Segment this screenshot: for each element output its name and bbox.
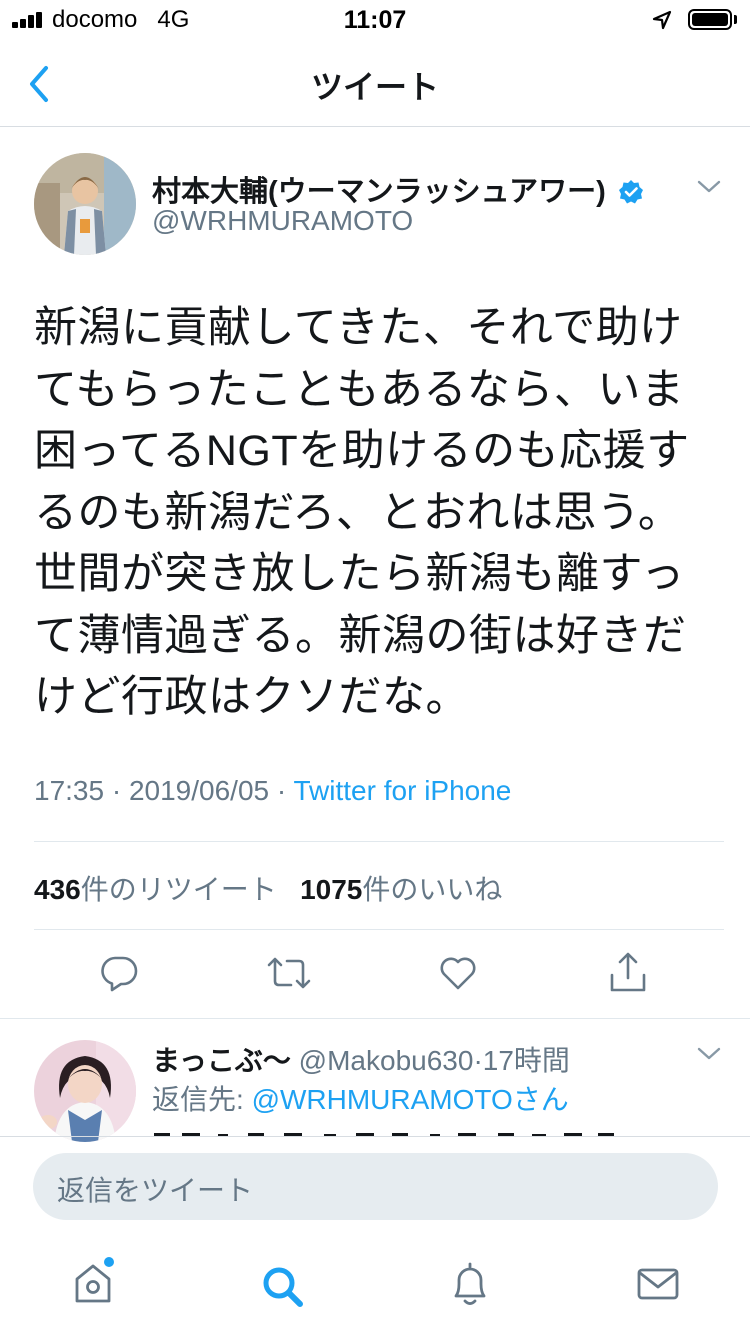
author-name[interactable]: 村本大輔(ウーマンラッシュアワー): [152, 168, 644, 210]
retweet-button[interactable]: [266, 953, 312, 993]
reply-to: 返信先: @WRHMURAMOTOさん: [152, 1084, 569, 1115]
status-time: 11:07: [343, 6, 407, 34]
battery-tip: [734, 15, 737, 24]
tweet-time: 17:35: [34, 775, 105, 806]
tweet-source-link[interactable]: Twitter for iPhone: [294, 775, 512, 806]
status-bar: docomo 4G 11:07: [0, 0, 750, 40]
tweet-text: 新潟に貢献してきた、それで助け てもらったこともあるなら、いま 困ってるNGTを…: [34, 298, 724, 729]
notification-dot: [104, 1257, 114, 1267]
nav-divider: [0, 126, 750, 127]
reply-time: 17時間: [482, 1045, 570, 1076]
tweet-date: 2019/06/05: [128, 775, 270, 806]
reply-handle: @Makobu630: [298, 1045, 474, 1076]
tweet-text-line: けど行政はクソだな。: [34, 673, 469, 721]
verified-badge-icon: [618, 180, 643, 204]
reply-author-name: まっこぶ〜: [152, 1045, 291, 1076]
tweet-text-line: 新潟に貢献してきた、それで助け: [34, 304, 683, 352]
tweet-text-line: 世間が突き放したら新潟も離すっ: [34, 550, 685, 598]
location-arrow-icon: [652, 10, 672, 30]
divider: [0, 1018, 750, 1019]
battery-icon: [688, 9, 732, 30]
divider: [34, 841, 724, 842]
likes-link[interactable]: 1075件のいいね: [300, 874, 502, 905]
notifications-icon: [454, 1262, 486, 1305]
author-avatar[interactable]: [34, 153, 136, 255]
reply-icon: [101, 956, 138, 992]
tweet-menu-button[interactable]: [697, 179, 721, 195]
tab-notifications[interactable]: [448, 1260, 492, 1310]
author-handle[interactable]: @WRHMURAMOTO: [152, 205, 413, 237]
reply-composer-placeholder: 返信をツイート: [57, 1175, 254, 1206]
share-icon: [610, 952, 646, 992]
share-button[interactable]: [608, 951, 648, 993]
like-icon: [440, 957, 476, 990]
messages-icon: [637, 1268, 679, 1300]
tweet-stats: 436件のリツイート 1075件のいいね: [34, 868, 502, 908]
divider: [0, 1136, 750, 1137]
retweets-link[interactable]: 436件のリツイート: [34, 874, 277, 905]
tab-messages[interactable]: [636, 1266, 680, 1302]
home-icon: [75, 1257, 114, 1303]
reply-text-cutoff: [152, 1126, 652, 1136]
tweet-text-line: てもらったこともあるなら、いま: [34, 365, 685, 414]
reply-composer-input[interactable]: 返信をツイート: [33, 1153, 718, 1220]
tab-home[interactable]: [72, 1257, 118, 1307]
reply-author[interactable]: まっこぶ〜 @Makobu630·17時間: [152, 1039, 570, 1079]
retweet-icon: [267, 957, 311, 989]
tweet-text-line: て薄情過ぎる。新潟の街は好きだ: [34, 611, 687, 660]
tweet-timestamp: 17:35 · 2019/06/05 · Twitter for iPhone: [34, 775, 512, 806]
tab-search[interactable]: [260, 1264, 306, 1310]
search-icon: [263, 1267, 303, 1307]
reply-menu-button[interactable]: [697, 1046, 721, 1062]
chevron-down-icon: [697, 1047, 721, 1060]
tweet-text-line: 困ってるNGTを助けるのも応援す: [34, 427, 690, 475]
reply-button[interactable]: [99, 953, 139, 993]
chevron-down-icon: [697, 180, 721, 193]
like-button[interactable]: [438, 953, 478, 993]
reply-avatar[interactable]: [34, 1040, 136, 1142]
divider: [34, 929, 724, 930]
tweet-text-line: るのも新潟だろ、とおれは思う。: [34, 488, 682, 537]
page-title: ツイート: [310, 69, 439, 105]
reply-to-handle-link[interactable]: @WRHMURAMOTOさん: [252, 1084, 569, 1115]
